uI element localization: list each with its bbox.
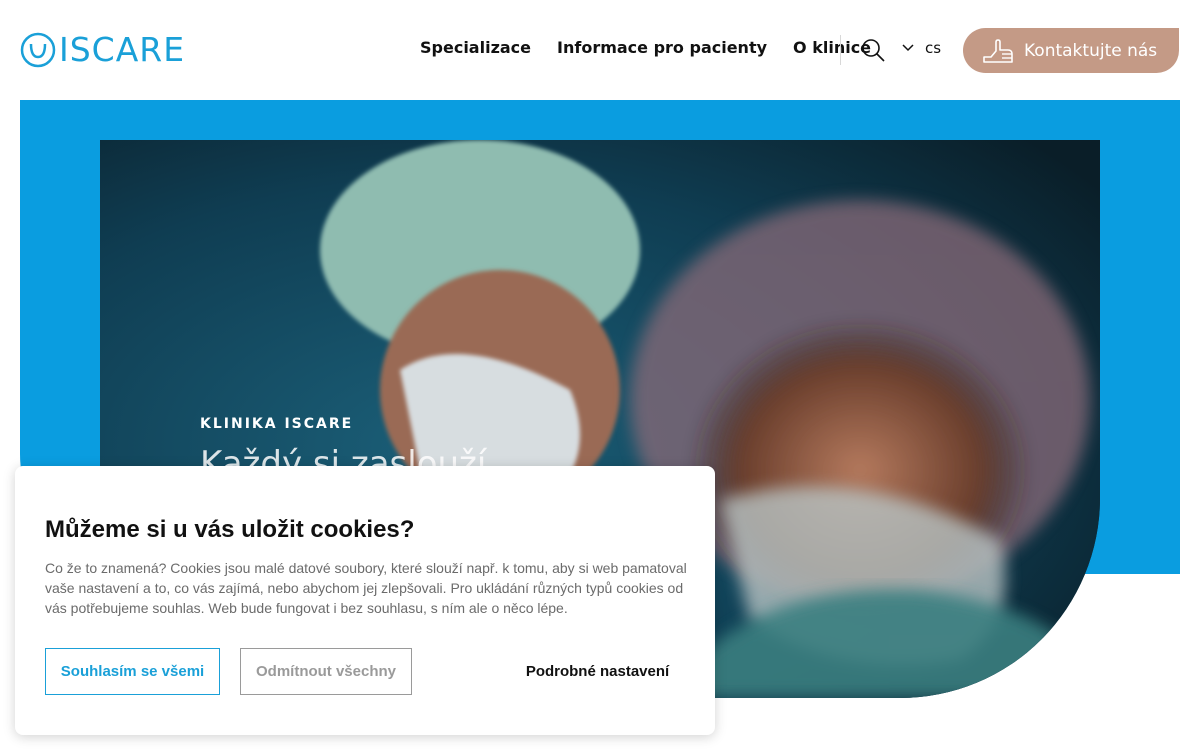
contact-button[interactable]: Kontaktujte nás <box>963 28 1179 73</box>
cookie-dialog: Můžeme si u vás uložit cookies? Co že to… <box>15 466 715 735</box>
cookie-settings-button[interactable]: Podrobné nastavení <box>505 648 690 695</box>
nav-item-informace[interactable]: Informace pro pacienty <box>557 36 767 60</box>
main-nav: Specializace Informace pro pacienty O kl… <box>420 36 897 60</box>
logo-icon <box>20 32 56 68</box>
logo[interactable]: ISCARE <box>20 31 185 69</box>
language-switcher[interactable]: cs <box>902 39 941 57</box>
chevron-down-icon <box>902 44 914 52</box>
nav-item-o-klinice[interactable]: O klinice <box>793 36 871 60</box>
site-header: ISCARE Specializace Informace pro pacien… <box>0 0 1200 100</box>
search-icon[interactable] <box>861 38 885 62</box>
cookie-dialog-text: Co že to znamená? Cookies jsou malé dato… <box>45 560 687 616</box>
hero-eyebrow: KLINIKA ISCARE <box>200 416 354 432</box>
reject-all-button[interactable]: Odmítnout všechny <box>240 648 412 695</box>
contact-button-label: Kontaktujte nás <box>1024 40 1158 61</box>
cookie-dialog-title: Můžeme si u vás uložit cookies? <box>45 516 415 543</box>
nav-item-specializace[interactable]: Specializace <box>420 36 531 60</box>
logo-text: ISCARE <box>59 30 186 69</box>
language-label: cs <box>925 39 942 57</box>
nav-divider <box>840 35 841 65</box>
accept-all-button[interactable]: Souhlasím se všemi <box>45 648 220 695</box>
hand-icon <box>983 38 1013 63</box>
